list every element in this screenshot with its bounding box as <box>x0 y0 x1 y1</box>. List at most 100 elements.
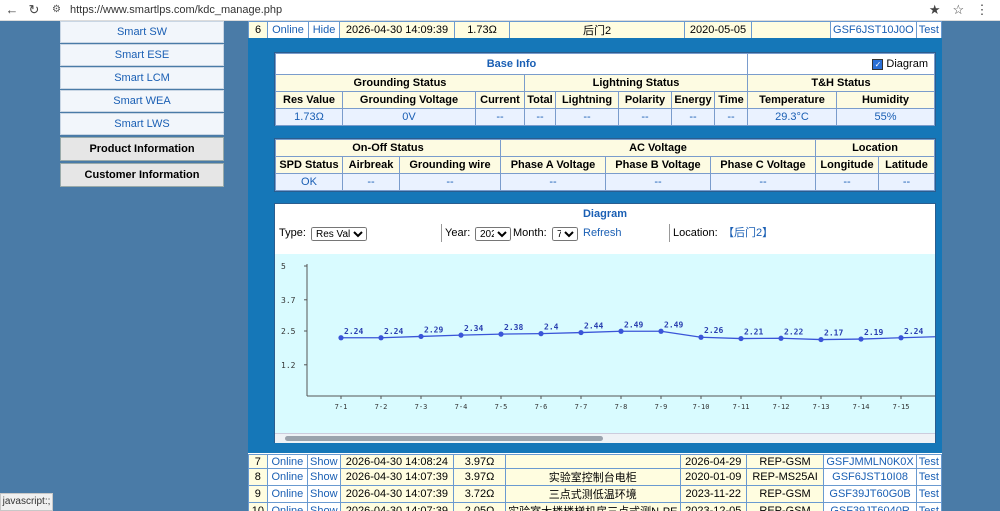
show-link-text[interactable]: Show <box>310 505 338 511</box>
grounding-status-header: Grounding Status <box>275 74 525 92</box>
sn-link-text[interactable]: GSF39JT6040R <box>830 505 909 511</box>
year-label: Year: <box>445 227 471 239</box>
sn-link[interactable]: GSF39JT60G0B <box>823 485 917 503</box>
year-select-box[interactable]: 2025 <box>475 227 511 241</box>
col-lightning: Lightning <box>555 91 619 109</box>
sn-link-text[interactable]: GSF39JT60G0B <box>829 488 910 500</box>
show-link-text[interactable]: Show <box>310 471 338 483</box>
table-row: 8 Online Show 2026-04-30 14:07:39 3.97Ω 实验室控制… <box>248 468 943 486</box>
online-link-text[interactable]: Online <box>271 505 303 511</box>
test-link-text[interactable]: Test <box>919 471 939 483</box>
val-polarity: -- <box>618 108 672 126</box>
show-link-text[interactable]: Show <box>310 488 338 500</box>
test-link-text[interactable]: Test <box>919 488 939 500</box>
location-header: Location <box>815 139 935 157</box>
row-number: 9 <box>248 485 268 503</box>
data-label: 2.21 <box>744 328 763 337</box>
x-tick-label: 7-12 <box>773 403 790 411</box>
sidebar-item-smart-ese[interactable]: Smart ESE <box>60 44 224 66</box>
test-link-text[interactable]: Test <box>919 24 939 36</box>
val-longitude: -- <box>815 173 879 191</box>
sn-link-text[interactable]: GSF6JST10I08 <box>832 471 908 483</box>
show-link[interactable]: Show <box>307 502 341 511</box>
hide-link-text[interactable]: Hide <box>313 24 336 36</box>
sn-link-text[interactable]: GSF6JST10J0O <box>833 24 914 36</box>
year-select[interactable]: 2025 <box>475 225 511 243</box>
online-link-text[interactable]: Online <box>271 456 303 468</box>
row-res: 3.72Ω <box>453 485 506 503</box>
test-link[interactable]: Test <box>915 485 943 503</box>
col-res-value: Res Value <box>275 91 343 109</box>
hide-link[interactable]: Hide <box>308 21 340 39</box>
data-point <box>738 335 744 342</box>
diagram-panel: Diagram Type: Res Value Year: 2025 Month… <box>274 203 943 443</box>
row-time: 2026-04-30 14:07:39 <box>339 485 455 503</box>
sidebar-item-smart-sw[interactable]: Smart SW <box>60 21 224 43</box>
type-select[interactable]: Res Value <box>311 225 367 243</box>
data-point <box>618 328 624 334</box>
online-link[interactable]: Online <box>266 485 309 503</box>
type-label: Type: <box>279 227 306 239</box>
back-icon[interactable]: ← <box>4 2 20 18</box>
test-link-text[interactable]: Test <box>919 505 939 511</box>
col-energy: Energy <box>671 91 715 109</box>
divider-2 <box>669 224 670 242</box>
online-link[interactable]: Online <box>266 502 309 511</box>
show-link[interactable]: Show <box>307 454 341 469</box>
show-link-text[interactable]: Show <box>310 456 338 468</box>
refresh-link[interactable]: Refresh <box>583 224 622 242</box>
menu-icon[interactable]: ⋮ <box>972 1 992 19</box>
sn-link-text[interactable]: GSFJMMLN0K0X <box>826 456 913 468</box>
test-link[interactable]: Test <box>915 468 943 486</box>
online-link-text[interactable]: Online <box>271 471 303 483</box>
row-time: 2026-04-30 14:09:39 <box>338 21 456 39</box>
row-model: REP-GSM <box>745 454 825 469</box>
table-row: 9 Online Show 2026-04-30 14:07:39 3.72Ω 三点式测低… <box>248 485 943 503</box>
online-link[interactable]: Online <box>266 468 309 486</box>
test-link[interactable]: Test <box>915 21 943 39</box>
test-link[interactable]: Test <box>915 454 943 469</box>
sidebar-section-customer-information[interactable]: Customer Information <box>60 163 224 187</box>
diagram-toggle[interactable]: ✓ Diagram <box>747 53 935 75</box>
site-info-icon[interactable]: ⚙ <box>52 1 61 19</box>
val-latitude: -- <box>878 173 935 191</box>
row-res: 2.05Ω <box>453 502 506 511</box>
chart-scrollbar[interactable] <box>275 433 935 443</box>
online-link[interactable]: Online <box>266 454 309 469</box>
scrollbar-thumb[interactable] <box>285 436 603 441</box>
sidebar-section-product-information[interactable]: Product Information <box>60 137 224 161</box>
sidebar-item-smart-wea[interactable]: Smart WEA <box>60 90 224 112</box>
type-select-box[interactable]: Res Value <box>311 227 367 241</box>
val-grounding-voltage: 0V <box>342 108 476 126</box>
row-model <box>751 21 832 39</box>
sidebar-item-smart-lws[interactable]: Smart LWS <box>60 113 224 135</box>
diagram-checkbox[interactable]: ✓ <box>872 58 884 70</box>
bookmark-star-icon[interactable]: ★ <box>925 1 945 19</box>
sn-link[interactable]: GSF6JST10I08 <box>823 468 917 486</box>
col-latitude: Latitude <box>878 156 935 174</box>
online-link[interactable]: Online <box>267 21 309 39</box>
online-link-text[interactable]: Online <box>271 488 303 500</box>
test-link[interactable]: Test <box>915 502 943 511</box>
reload-icon[interactable]: ↻ <box>26 2 42 18</box>
online-link-text[interactable]: Online <box>272 24 304 36</box>
month-select-box[interactable]: 7 <box>552 227 578 241</box>
val-airbreak: -- <box>342 173 400 191</box>
address-bar[interactable]: ⚙ https://www.smartlps.com/kdc_manage.ph… <box>48 1 928 19</box>
col-humidity: Humidity <box>836 91 935 109</box>
test-link-text[interactable]: Test <box>919 456 939 468</box>
row-res: 3.97Ω <box>453 468 506 486</box>
url-text: https://www.smartlps.com/kdc_manage.php <box>70 4 283 16</box>
sn-link[interactable]: GSF39JT6040R <box>823 502 917 511</box>
sn-link[interactable]: GSFJMMLN0K0X <box>823 454 917 469</box>
row-name: 实验室大楼楼梯机房三点式测N-PE <box>504 502 681 511</box>
show-link[interactable]: Show <box>307 485 341 503</box>
favorites-icon[interactable]: ☆ <box>948 1 968 19</box>
data-point <box>538 331 544 337</box>
sidebar-item-smart-lcm[interactable]: Smart LCM <box>60 67 224 89</box>
month-select[interactable]: 7 <box>552 225 578 243</box>
data-point <box>698 334 704 340</box>
col-grounding-wire: Grounding wire <box>399 156 501 174</box>
sn-link[interactable]: GSF6JST10J0O <box>830 21 917 39</box>
show-link[interactable]: Show <box>307 468 341 486</box>
